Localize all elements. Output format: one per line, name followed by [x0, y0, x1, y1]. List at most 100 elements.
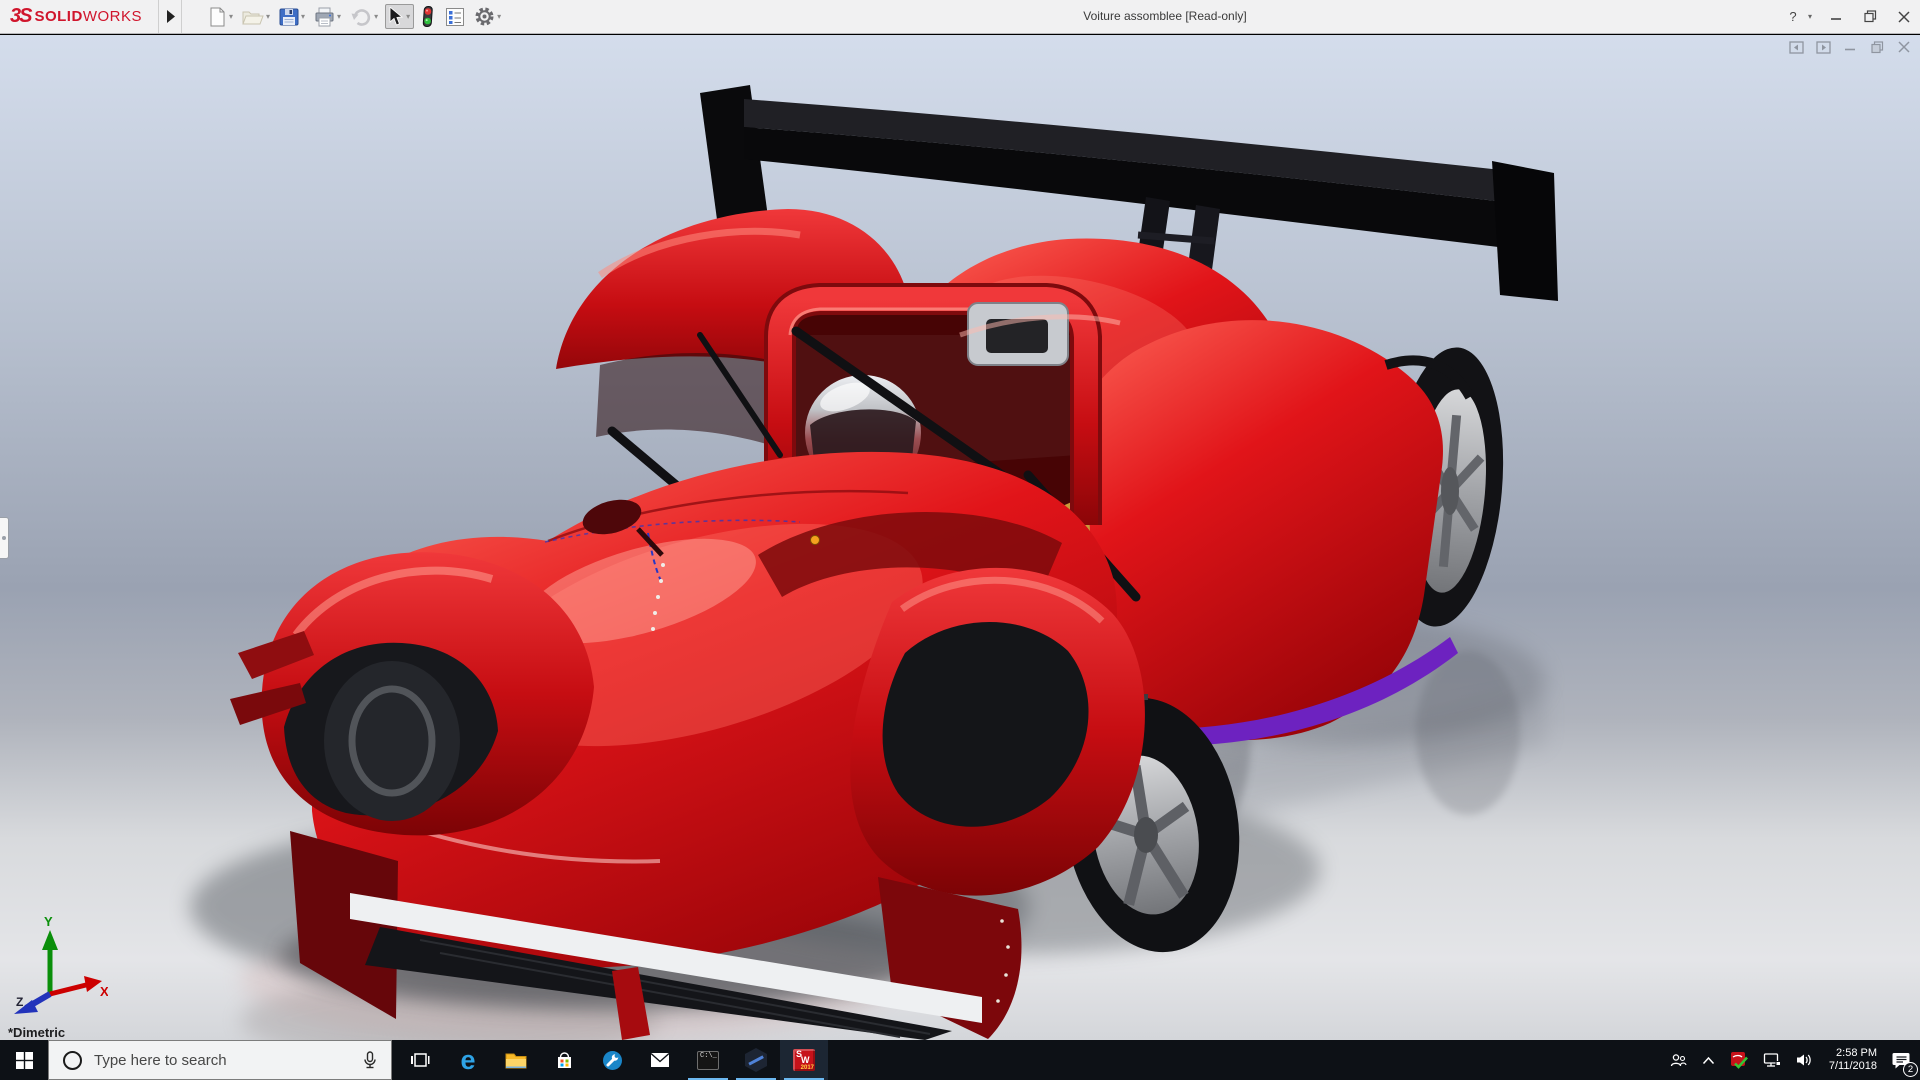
- triad-z-label: Z: [16, 995, 23, 1009]
- solidworks-logo-text: SOLID: [34, 8, 83, 25]
- store-button[interactable]: [540, 1040, 588, 1080]
- help-dropdown-caret[interactable]: ▾: [1808, 12, 1812, 21]
- network-button[interactable]: [1763, 1052, 1781, 1068]
- doc-close-icon: [1898, 41, 1910, 53]
- command-prompt-icon: C:\_: [697, 1050, 719, 1070]
- 3d-model-scene[interactable]: [0, 35, 1920, 1040]
- save-button[interactable]: ▾: [277, 5, 307, 29]
- doc-minimize-button[interactable]: [1842, 40, 1858, 54]
- quick-access-toolbar: ▾ ▾ ▾ ▾ ▾ ▾ ▾: [206, 0, 508, 33]
- undo-button[interactable]: ▾: [348, 5, 380, 29]
- task-view-button[interactable]: [396, 1040, 444, 1080]
- open-dropdown-caret[interactable]: ▾: [266, 12, 270, 21]
- menu-flyout-button[interactable]: [158, 0, 182, 33]
- notification-badge: 2: [1903, 1062, 1918, 1077]
- minimize-icon: [1831, 17, 1841, 20]
- taskbar-apps: e C:\_ S W 2017: [396, 1040, 828, 1080]
- solidworks-logo: 3S SOLID WORKS: [10, 0, 142, 33]
- store-icon: [557, 1051, 571, 1068]
- save-floppy-icon: [279, 8, 299, 25]
- options-dropdown-caret[interactable]: ▾: [497, 12, 501, 21]
- edge-button[interactable]: e: [444, 1040, 492, 1080]
- doc-restore-button[interactable]: [1869, 40, 1885, 54]
- open-folder-icon: [242, 11, 264, 25]
- microphone-icon[interactable]: [361, 1051, 379, 1069]
- select-cursor-icon: [389, 7, 404, 26]
- undo-icon: [351, 8, 371, 26]
- mail-button[interactable]: [636, 1040, 684, 1080]
- select-dropdown-caret[interactable]: ▾: [406, 12, 410, 21]
- traffic-light-icon: [422, 6, 433, 27]
- wrench-circle-icon: [602, 1050, 622, 1070]
- open-button[interactable]: ▾: [240, 5, 272, 28]
- gear-icon: [475, 7, 494, 26]
- print-button[interactable]: ▾: [312, 5, 343, 29]
- search-input[interactable]: [94, 1051, 361, 1069]
- solidworks-logo-text-light: WORKS: [82, 8, 142, 25]
- minimize-button[interactable]: [1826, 7, 1846, 27]
- save-dropdown-caret[interactable]: ▾: [301, 12, 305, 21]
- print-icon: [315, 7, 334, 26]
- doc-restore-icon: [1870, 40, 1883, 53]
- tray-overflow-button[interactable]: [1701, 1055, 1716, 1066]
- doc-close-button[interactable]: [1896, 40, 1912, 54]
- graphics-viewport[interactable]: Y X Z *Dimetric: [0, 35, 1920, 1040]
- support-tool-button[interactable]: [588, 1040, 636, 1080]
- hexagon-app-icon: [745, 1048, 767, 1072]
- close-button[interactable]: [1894, 7, 1914, 27]
- solidworks-2017-icon: S W 2017: [793, 1049, 815, 1071]
- restore-button[interactable]: [1860, 7, 1880, 27]
- windows-taskbar: e: [0, 1040, 1920, 1080]
- file-explorer-button[interactable]: [492, 1040, 540, 1080]
- start-button[interactable]: [0, 1040, 48, 1080]
- cortana-icon: [63, 1050, 82, 1070]
- doc-minimize-icon: [1845, 48, 1855, 51]
- mail-icon: [650, 1052, 670, 1067]
- document-window-controls: [1788, 40, 1912, 54]
- select-tool-button[interactable]: ▾: [385, 4, 415, 29]
- file-properties-button[interactable]: [443, 5, 467, 29]
- pane-right-button[interactable]: [1815, 40, 1831, 54]
- new-dropdown-caret[interactable]: ▾: [229, 12, 233, 21]
- undo-dropdown-caret[interactable]: ▾: [374, 12, 378, 21]
- view-orientation-label: *Dimetric: [8, 1025, 66, 1040]
- pane-right-icon: [1815, 40, 1831, 54]
- solidworks-tray-icon: [1730, 1052, 1748, 1069]
- options-button[interactable]: ▾: [472, 4, 503, 29]
- volume-button[interactable]: [1795, 1052, 1813, 1068]
- new-document-icon: [210, 7, 225, 26]
- print-dropdown-caret[interactable]: ▾: [337, 12, 341, 21]
- people-button[interactable]: [1670, 1053, 1687, 1068]
- rearview-mirror: [967, 302, 1069, 366]
- pane-left-button[interactable]: [1788, 40, 1804, 54]
- hexagon-app-button[interactable]: [732, 1040, 780, 1080]
- command-prompt-button[interactable]: C:\_: [684, 1040, 732, 1080]
- taskbar-clock[interactable]: 2:58 PM 7/11/2018: [1829, 1047, 1877, 1073]
- triad-x-label: X: [100, 984, 108, 999]
- task-view-icon: [411, 1053, 430, 1067]
- sketch-point[interactable]: [810, 535, 820, 545]
- help-button[interactable]: ?: [1783, 7, 1803, 27]
- title-bar: 3S SOLID WORKS ▾ ▾ ▾ ▾ ▾ ▾ ▾ Voiture ass…: [0, 0, 1920, 34]
- pane-left-icon: [1788, 40, 1804, 54]
- restore-icon: [1863, 10, 1876, 23]
- triad-y-label: Y: [44, 914, 53, 929]
- panel-tab-dot: [2, 536, 6, 540]
- solidworks-taskbar-button[interactable]: S W 2017: [780, 1040, 828, 1080]
- solidworks-logo-mark-icon: 3S: [10, 5, 33, 27]
- taskbar-search[interactable]: [48, 1040, 392, 1080]
- window-title: Voiture assomblee [Read-only]: [1083, 9, 1247, 23]
- orientation-triad: Y X Z: [14, 914, 108, 1014]
- rebuild-button[interactable]: [419, 4, 438, 29]
- chevron-up-icon: [1702, 1056, 1714, 1064]
- system-tray: 2:58 PM 7/11/2018 2: [1663, 1040, 1920, 1080]
- action-center-button[interactable]: 2: [1884, 1040, 1918, 1080]
- window-controls: ? ▾: [1783, 0, 1914, 33]
- edge-icon: e: [460, 1044, 476, 1075]
- file-properties-icon: [446, 7, 465, 26]
- feature-panel-tab[interactable]: [0, 517, 9, 559]
- solidworks-tray-button[interactable]: [1730, 1051, 1749, 1069]
- clock-time: 2:58 PM: [1836, 1047, 1877, 1059]
- new-document-button[interactable]: ▾: [206, 5, 235, 29]
- clock-date: 7/11/2018: [1828, 1060, 1877, 1072]
